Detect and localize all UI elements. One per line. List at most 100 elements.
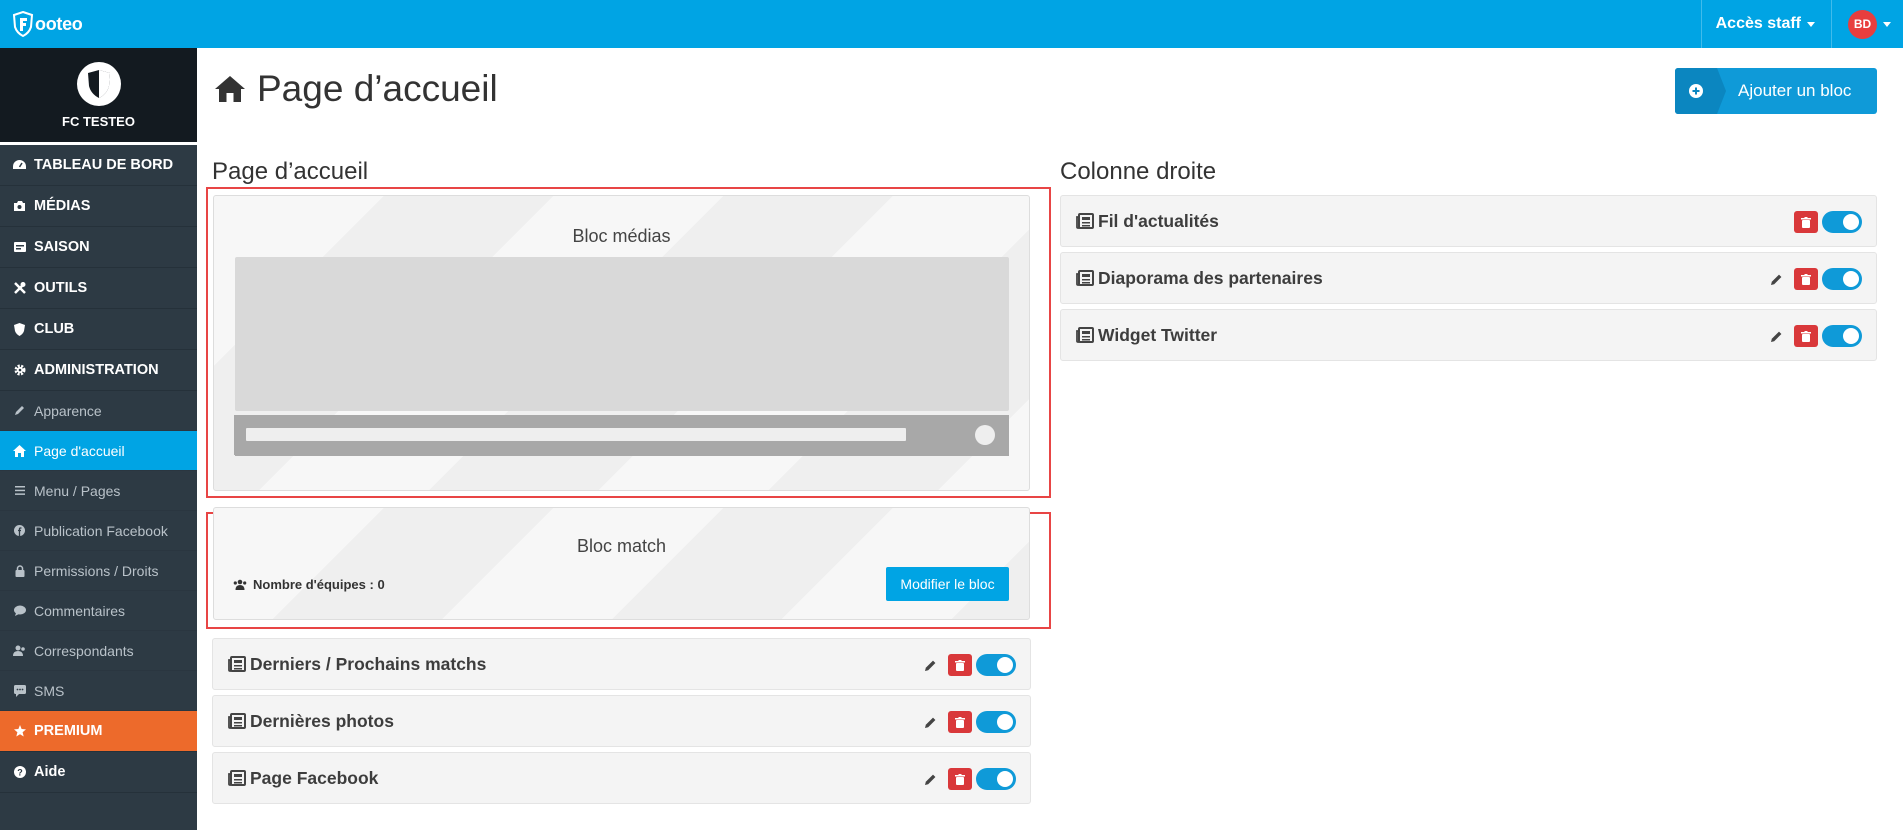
sidebar-item-menu-pages[interactable]: Menu / Pages bbox=[0, 471, 197, 511]
sidebar-item-apparence[interactable]: Apparence bbox=[0, 391, 197, 431]
delete-button[interactable] bbox=[948, 654, 972, 676]
sidebar-nav: TABLEAU DE BORD MÉDIAS SAISON OUTILS CLU… bbox=[0, 145, 197, 793]
delete-button[interactable] bbox=[1794, 211, 1818, 233]
caret-down-icon bbox=[1883, 21, 1891, 27]
camera-icon bbox=[12, 199, 27, 214]
edit-pencil-icon[interactable] bbox=[921, 713, 939, 731]
newspaper-icon bbox=[228, 656, 246, 672]
help-icon: ? bbox=[12, 765, 27, 780]
block-row[interactable]: Page Facebook bbox=[212, 752, 1031, 804]
newspaper-icon bbox=[1076, 213, 1094, 229]
modifier-bloc-button[interactable]: Modifier le bloc bbox=[886, 567, 1009, 601]
logo-text: ooteo bbox=[35, 13, 83, 34]
left-column-title: Page d’accueil bbox=[212, 158, 369, 185]
edit-pencil-icon[interactable] bbox=[1767, 327, 1785, 345]
trash-icon bbox=[1801, 273, 1811, 285]
menu-icon bbox=[12, 486, 27, 495]
nb-equipes-text: Nombre d'équipes : 0 bbox=[253, 577, 385, 592]
media-dot bbox=[975, 425, 995, 445]
newspaper-icon bbox=[228, 770, 246, 786]
visibility-toggle[interactable] bbox=[976, 711, 1016, 733]
edit-pencil-icon[interactable] bbox=[1767, 270, 1785, 288]
sidebar-item-commentaires[interactable]: Commentaires bbox=[0, 591, 197, 631]
bloc-match-title: Bloc match bbox=[576, 536, 667, 556]
block-row[interactable]: Widget Twitter bbox=[1060, 309, 1877, 361]
sidebar-item-permissions[interactable]: Permissions / Droits bbox=[0, 551, 197, 591]
sms-icon bbox=[12, 684, 27, 697]
sidebar-item-outils[interactable]: OUTILS bbox=[0, 268, 197, 309]
avatar: BD bbox=[1848, 9, 1877, 39]
visibility-toggle[interactable] bbox=[1822, 268, 1862, 290]
calendar-icon bbox=[12, 240, 27, 255]
sidebar-item-publication-facebook[interactable]: Publication Facebook bbox=[0, 511, 197, 551]
comment-icon bbox=[12, 605, 27, 616]
sidebar-item-label: PREMIUM bbox=[34, 723, 103, 739]
svg-text:?: ? bbox=[17, 767, 23, 777]
block-row-label: Derniers / Prochains matchs bbox=[250, 653, 487, 674]
club-header[interactable]: FC TESTEO bbox=[0, 48, 197, 145]
delete-button[interactable] bbox=[948, 768, 972, 790]
block-row-label: Fil d'actualités bbox=[1098, 210, 1219, 231]
block-row-label: Page Facebook bbox=[250, 767, 379, 788]
sidebar-item-label: SMS bbox=[34, 682, 65, 699]
sidebar-item-label: Permissions / Droits bbox=[34, 562, 159, 579]
sidebar-item-administration[interactable]: ADMINISTRATION bbox=[0, 350, 197, 391]
sidebar-item-club[interactable]: CLUB bbox=[0, 309, 197, 350]
sidebar-item-label: TABLEAU DE BORD bbox=[34, 157, 174, 173]
sidebar-item-label: SAISON bbox=[34, 239, 90, 255]
lock-icon bbox=[12, 564, 27, 577]
sidebar-item-aide[interactable]: ? Aide bbox=[0, 752, 197, 793]
sidebar-item-tableau-de-bord[interactable]: TABLEAU DE BORD bbox=[0, 145, 197, 186]
users-icon bbox=[233, 579, 247, 590]
nb-equipes: Nombre d'équipes : 0 bbox=[233, 577, 385, 592]
user-menu[interactable]: BD bbox=[1832, 0, 1903, 48]
block-row-label: Dernières photos bbox=[250, 710, 394, 731]
sidebar-item-label: Apparence bbox=[34, 402, 102, 419]
visibility-toggle[interactable] bbox=[976, 768, 1016, 790]
block-row-label: Widget Twitter bbox=[1098, 324, 1218, 345]
facebook-icon bbox=[12, 525, 27, 536]
plus-circle-icon bbox=[1689, 84, 1703, 98]
block-row[interactable]: Diaporama des partenaires bbox=[1060, 252, 1877, 304]
delete-button[interactable] bbox=[948, 711, 972, 733]
bloc-medias-title: Bloc médias bbox=[572, 226, 671, 246]
delete-button[interactable] bbox=[1794, 325, 1818, 347]
sidebar-item-label: CLUB bbox=[34, 321, 75, 337]
footeo-shield-icon bbox=[12, 11, 34, 37]
sidebar-item-sms[interactable]: SMS bbox=[0, 671, 197, 711]
block-row[interactable]: Dernières photos bbox=[212, 695, 1031, 747]
delete-button[interactable] bbox=[1794, 268, 1818, 290]
tools-icon bbox=[12, 281, 27, 296]
footeo-logo[interactable]: ooteo bbox=[12, 9, 83, 39]
sidebar-item-label: Correspondants bbox=[34, 642, 134, 659]
block-row-label: Diaporama des partenaires bbox=[1098, 267, 1323, 288]
sidebar-item-medias[interactable]: MÉDIAS bbox=[0, 186, 197, 227]
visibility-toggle[interactable] bbox=[1822, 325, 1862, 347]
trash-icon bbox=[955, 773, 965, 785]
sidebar-item-saison[interactable]: SAISON bbox=[0, 227, 197, 268]
club-name: FC TESTEO bbox=[62, 114, 135, 129]
add-block-button[interactable]: Ajouter un bloc bbox=[1675, 68, 1877, 114]
sidebar-item-correspondants[interactable]: Correspondants bbox=[0, 631, 197, 671]
sidebar-item-premium[interactable]: PREMIUM bbox=[0, 711, 197, 752]
users-icon bbox=[12, 645, 27, 656]
edit-pencil-icon[interactable] bbox=[921, 770, 939, 788]
home-icon bbox=[215, 76, 245, 102]
add-block-label: Ajouter un bloc bbox=[1738, 81, 1852, 100]
visibility-toggle[interactable] bbox=[1822, 211, 1862, 233]
pencil-icon bbox=[12, 405, 27, 416]
home-icon bbox=[12, 444, 27, 457]
add-button-icon-area bbox=[1675, 68, 1726, 114]
block-row[interactable]: Derniers / Prochains matchs bbox=[212, 638, 1031, 690]
page-title: Page d’accueil bbox=[215, 68, 498, 110]
sidebar-item-label: Page d'accueil bbox=[34, 442, 125, 459]
sidebar-item-label: Aide bbox=[34, 764, 66, 780]
sidebar-item-page-accueil[interactable]: Page d'accueil bbox=[0, 431, 197, 471]
bloc-match[interactable]: Bloc match bbox=[213, 507, 1030, 620]
edit-pencil-icon[interactable] bbox=[921, 656, 939, 674]
acces-staff-label: Accès staff bbox=[1715, 15, 1801, 32]
block-row[interactable]: Fil d'actualités bbox=[1060, 195, 1877, 247]
visibility-toggle[interactable] bbox=[976, 654, 1016, 676]
acces-staff-dropdown[interactable]: Accès staff bbox=[1702, 0, 1831, 48]
trash-icon bbox=[955, 659, 965, 671]
